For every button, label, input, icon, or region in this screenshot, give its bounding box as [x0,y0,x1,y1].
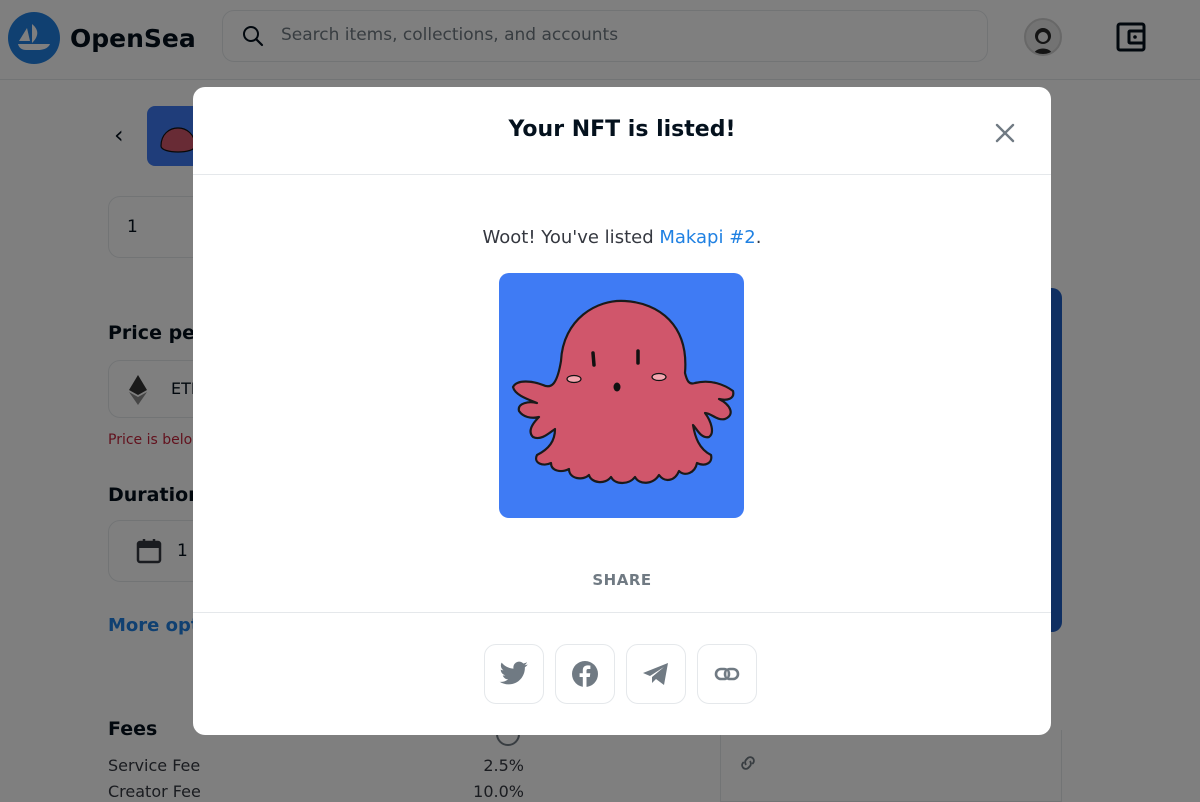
share-telegram-button[interactable] [626,644,686,704]
nft-image [499,273,744,518]
modal-header: Your NFT is listed! [193,87,1051,175]
message-prefix: Woot! You've listed [482,227,660,248]
link-icon [714,667,740,681]
twitter-icon [499,661,528,685]
modal-divider [193,612,1051,613]
listing-success-modal: Your NFT is listed! Woot! You've listed … [193,87,1051,735]
facebook-icon [572,661,598,687]
share-twitter-button[interactable] [484,644,544,704]
share-label: SHARE [592,571,652,589]
message-suffix: . [755,227,762,248]
close-icon[interactable] [991,119,1019,147]
copy-link-button[interactable] [697,644,757,704]
listing-message: Woot! You've listed Makapi #2. [193,227,1051,248]
modal-title: Your NFT is listed! [508,117,736,142]
share-facebook-button[interactable] [555,644,615,704]
telegram-icon [643,663,668,685]
nft-name-link[interactable]: Makapi #2 [659,227,755,248]
